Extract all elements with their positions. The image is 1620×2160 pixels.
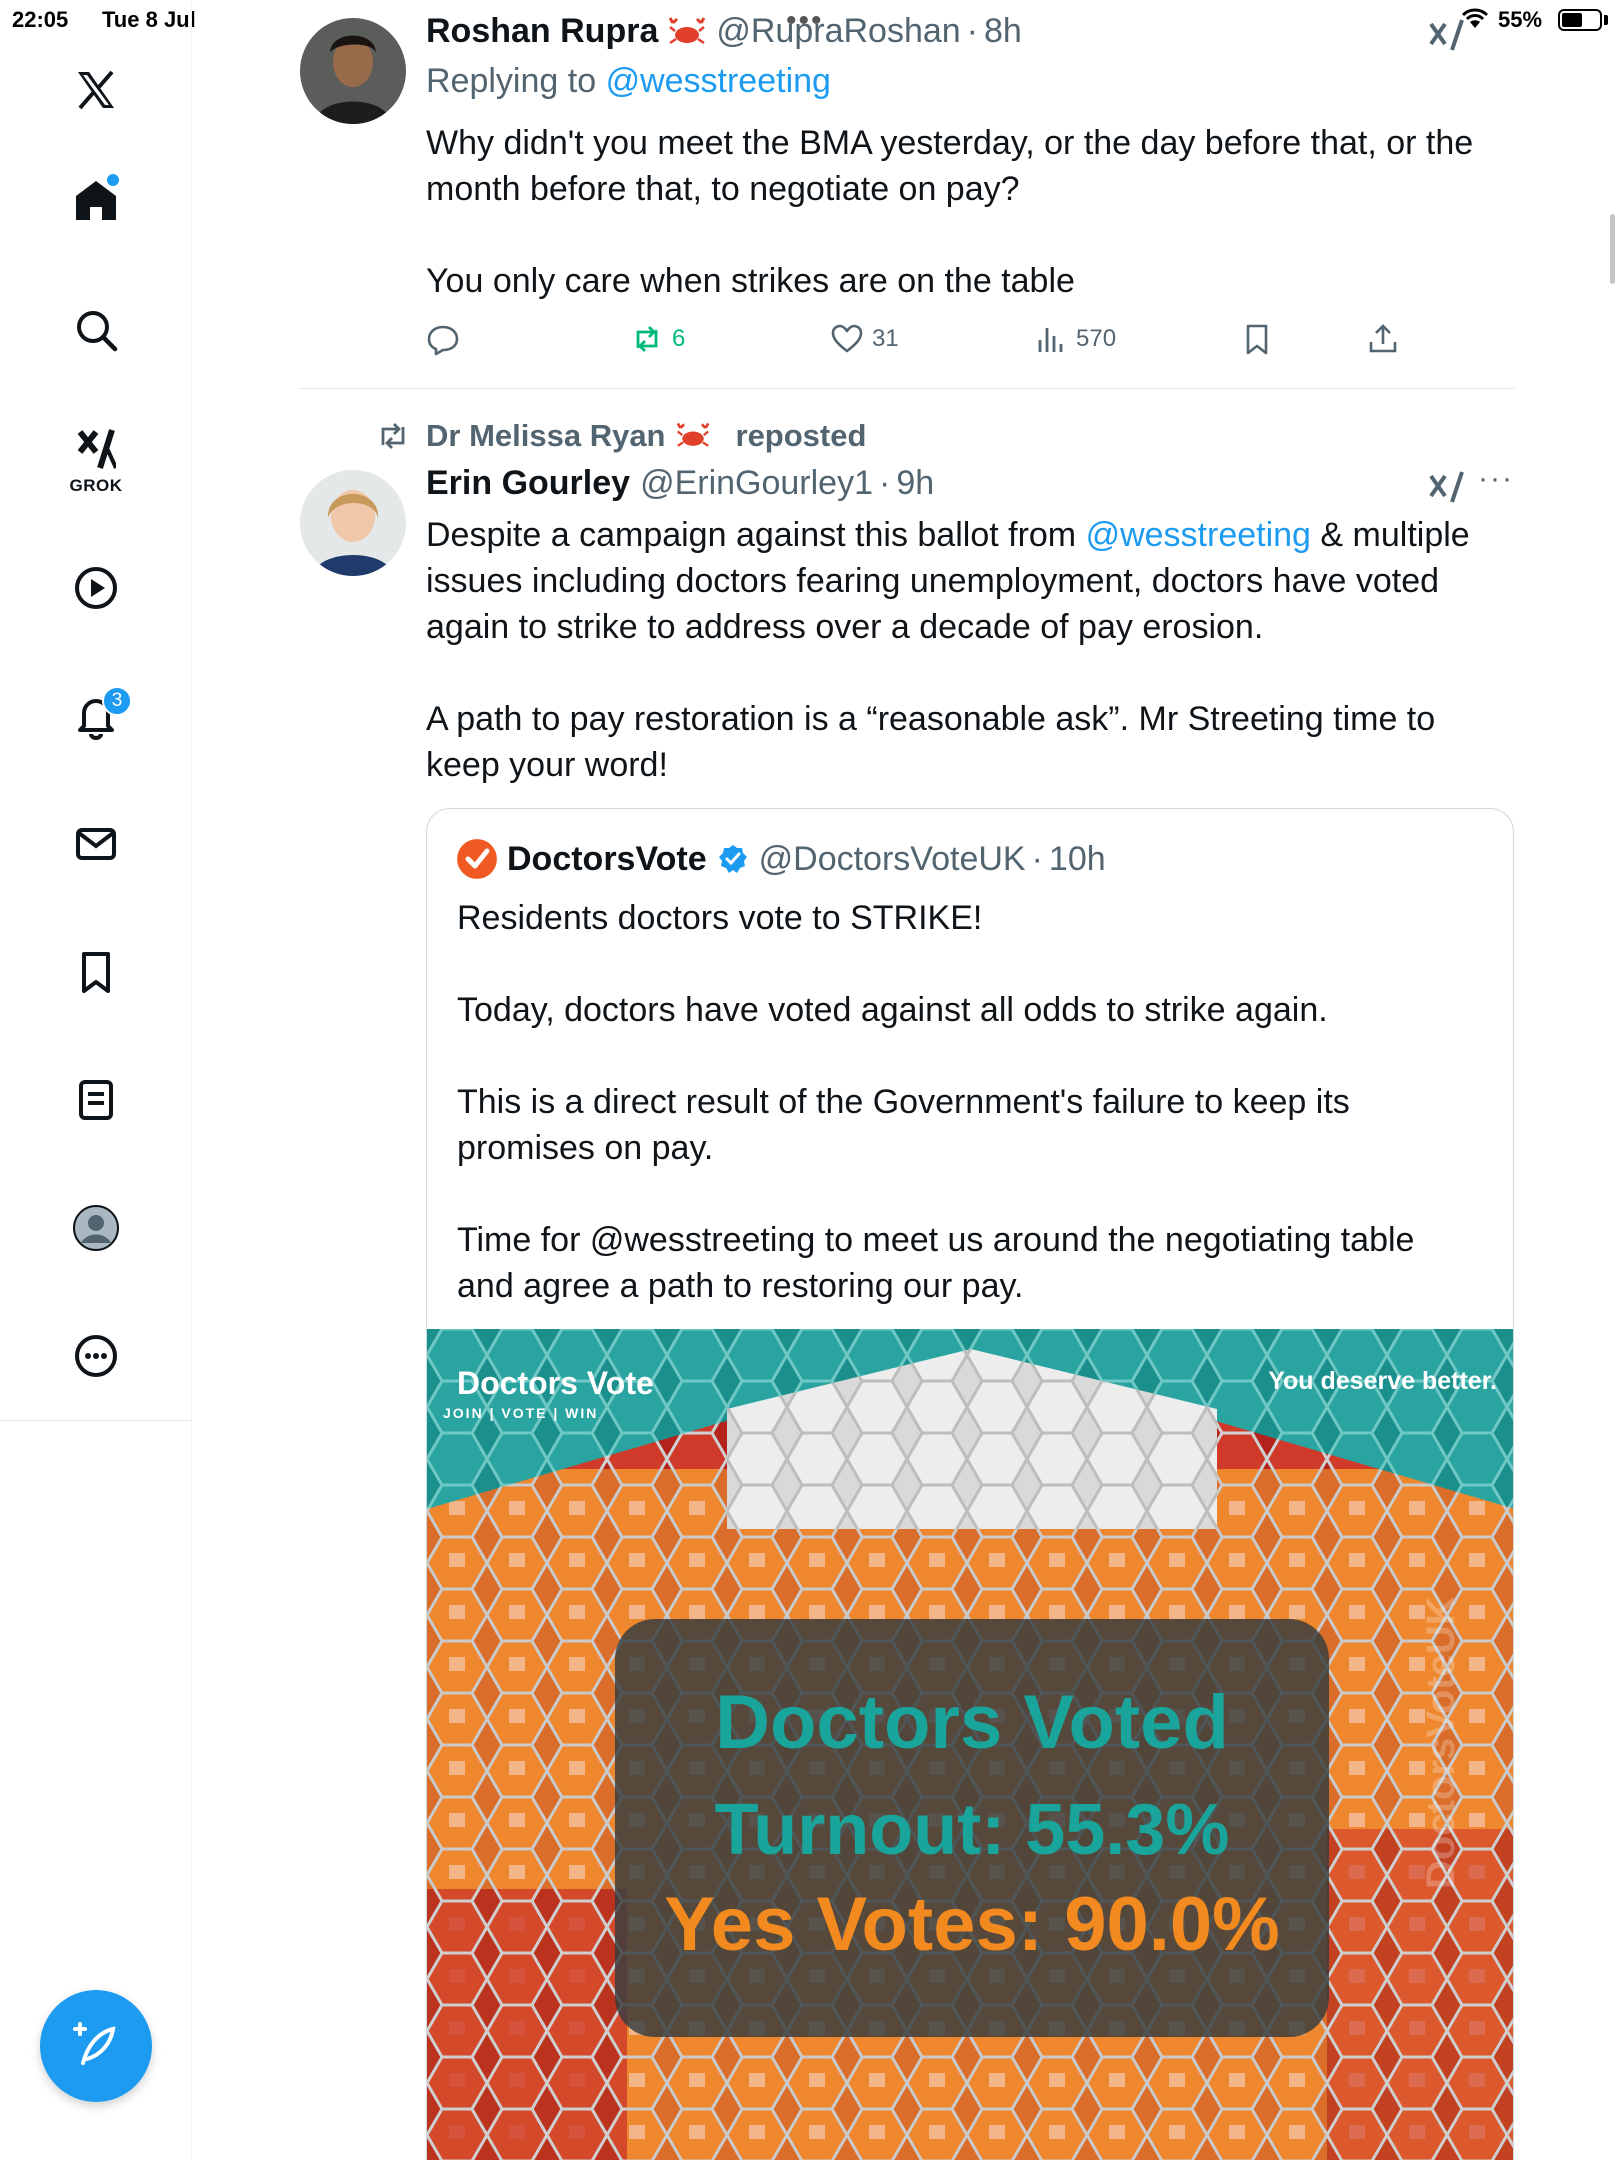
yes-votes-stat: Yes Votes: 90.0% [664, 1882, 1280, 1967]
author-name[interactable]: Erin Gourley [426, 464, 630, 503]
author-handle[interactable]: @RupraRoshan [716, 12, 960, 51]
tweet-actions: 6 31 570 [426, 322, 1426, 366]
views-chart-icon [1038, 328, 1063, 352]
sidebar-item-more[interactable] [56, 1316, 136, 1396]
repost-indicator: Dr Melissa Ryan reposted [376, 418, 866, 454]
quote-time: 10h [1048, 839, 1106, 878]
sidebar-nav: GROK 3 [0, 0, 192, 2160]
image-watermark: DoctorsVoteUK [1419, 1596, 1463, 1889]
play-icon [75, 567, 117, 609]
result-title: Doctors Voted [715, 1680, 1229, 1765]
home-unread-dot [107, 174, 119, 186]
mention-link[interactable]: @wesstreeting [1086, 516, 1311, 554]
share-icon [1369, 324, 1397, 353]
notifications-badge: 3 [102, 686, 132, 716]
author-name[interactable]: Roshan Rupra [426, 12, 658, 51]
quote-text: Residents doctors vote to STRIKE! Today,… [457, 899, 1415, 1305]
share-button[interactable] [1366, 322, 1400, 356]
tweet-time[interactable]: 8h [984, 12, 1022, 51]
like-count: 31 [872, 325, 899, 352]
quote-author-name[interactable]: DoctorsVote [507, 840, 707, 879]
sidebar-item-profile[interactable] [56, 1188, 136, 1268]
mention-link[interactable]: @wesstreeting [606, 62, 831, 100]
tweet-header: Erin Gourley @ErinGourley1 · 9h [426, 464, 935, 503]
crab-emoji-icon [676, 422, 709, 447]
sidebar-item-search[interactable] [56, 290, 136, 370]
tweet-time[interactable]: 9h [896, 464, 934, 503]
bookmark-icon [82, 952, 110, 993]
crab-emoji-icon [669, 16, 706, 44]
vote-result-panel: Doctors Voted Turnout: 55.3% Yes Votes: … [615, 1619, 1329, 2037]
replying-to: Replying to @wesstreeting [426, 62, 831, 100]
verified-badge-icon [718, 845, 747, 873]
search-icon [77, 311, 118, 352]
avatar[interactable] [300, 18, 406, 124]
repost-count: 6 [672, 325, 686, 352]
mail-icon [76, 828, 116, 860]
profile-avatar-icon [73, 1205, 119, 1251]
reply-icon [427, 325, 459, 356]
doctorsvote-logo-icon[interactable] [457, 839, 497, 879]
tweet-text: Despite a campaign against this ballot f… [426, 516, 1470, 784]
author-handle[interactable]: @ErinGourley1 [640, 464, 873, 503]
grok-explain-icon[interactable] [1428, 468, 1466, 504]
scrollbar[interactable] [1610, 214, 1615, 284]
grok-icon [77, 429, 116, 469]
compose-feather-icon [73, 2022, 116, 2065]
repost-icon [636, 326, 658, 352]
quote-author-handle[interactable]: @DoctorsVoteUK [759, 840, 1026, 879]
tweet-text: Why didn't you meet the BMA yesterday, o… [426, 124, 1474, 300]
views-button[interactable]: 570 [1034, 322, 1116, 356]
more-options-icon[interactable]: ··· [1478, 462, 1514, 496]
sidebar-item-lists[interactable] [56, 1060, 136, 1140]
turnout-stat: Turnout: 55.3% [714, 1790, 1230, 1870]
doctorsvote-tagline: JOIN | VOTE | WIN [443, 1405, 599, 1421]
more-circle-icon [75, 1335, 117, 1377]
sidebar-item-messages[interactable] [56, 804, 136, 884]
reposter-name[interactable]: Dr Melissa Ryan [426, 418, 666, 454]
grok-label: GROK [69, 476, 123, 495]
quote-media-image[interactable]: Doctors Vote JOIN | VOTE | WIN You deser… [427, 1329, 1513, 2160]
view-count: 570 [1076, 325, 1117, 352]
bookmark-icon [1246, 324, 1268, 355]
reply-button[interactable] [426, 322, 460, 356]
grok-explain-icon[interactable] [1428, 16, 1466, 52]
like-button[interactable]: 31 [830, 322, 899, 356]
repost-icon [381, 423, 405, 449]
avatar[interactable] [300, 470, 406, 576]
sidebar-divider [0, 1420, 192, 1421]
tweet[interactable]: Roshan Rupra @RupraRoshan · 8h Replying … [300, 0, 1514, 390]
tweet-divider [300, 388, 1514, 389]
bookmark-button[interactable] [1240, 322, 1274, 356]
sidebar-item-video[interactable] [56, 548, 136, 628]
sidebar-item-bookmarks[interactable] [56, 932, 136, 1012]
image-slogan: You deserve better. [1268, 1367, 1497, 1395]
lists-icon [79, 1080, 113, 1120]
quoted-tweet[interactable]: DoctorsVote @DoctorsVoteUK · 10h Residen… [426, 808, 1514, 2160]
doctorsvote-brand: Doctors Vote [457, 1365, 654, 1401]
heart-icon [831, 324, 863, 353]
x-logo-icon[interactable] [56, 50, 136, 130]
battery-icon [1558, 9, 1602, 31]
tweet-header: Roshan Rupra @RupraRoshan · 8h [426, 12, 1022, 51]
quote-header: DoctorsVote @DoctorsVoteUK · 10h [457, 839, 1106, 879]
repost-button[interactable]: 6 [630, 322, 685, 356]
sidebar-item-notifications[interactable]: 3 [56, 676, 136, 756]
sidebar-item-home[interactable] [56, 160, 136, 240]
sidebar-item-grok[interactable]: GROK [56, 418, 136, 498]
compose-button[interactable] [40, 1990, 152, 2102]
